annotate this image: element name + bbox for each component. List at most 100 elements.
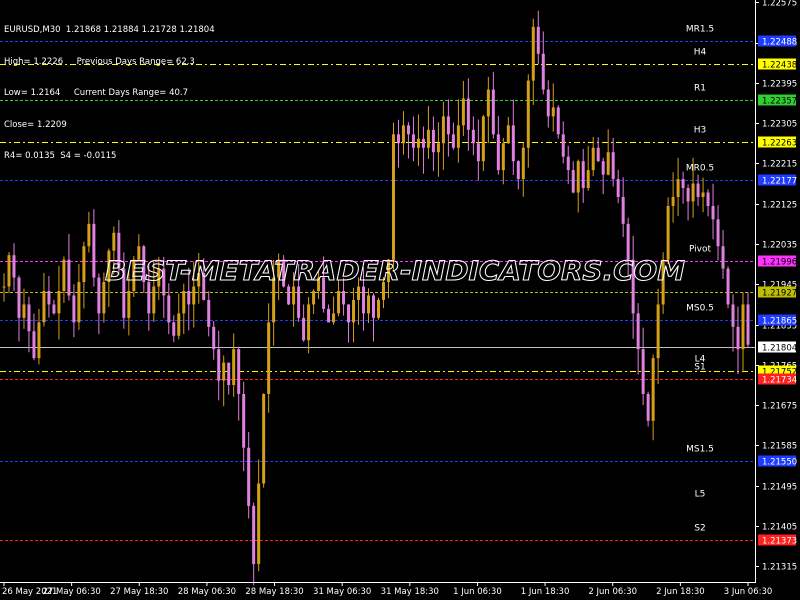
candle-body bbox=[312, 291, 316, 305]
level-price-label-8: 1.21865 bbox=[762, 317, 797, 327]
candle-body bbox=[556, 107, 560, 135]
y-tick-label: 1.21405 bbox=[762, 523, 797, 533]
candle-body bbox=[187, 291, 191, 305]
candle-body bbox=[466, 98, 470, 130]
x-tick-label: 3 Jun 06:30 bbox=[724, 587, 773, 597]
candle-body bbox=[302, 317, 306, 341]
candle-body bbox=[152, 286, 156, 314]
candle-body bbox=[367, 295, 371, 314]
candle-body bbox=[646, 393, 650, 421]
level-name-10: S1 bbox=[694, 363, 705, 373]
candle-body bbox=[87, 223, 91, 247]
candle-body bbox=[357, 286, 361, 300]
candle-body bbox=[52, 304, 56, 314]
level-name-4: H3 bbox=[694, 126, 707, 136]
x-tick-label: 1 Jun 06:30 bbox=[453, 587, 502, 597]
low-line: Low= 1.2164 Current Days Range= 40.7 bbox=[4, 88, 189, 98]
candle-body bbox=[741, 304, 745, 350]
candle-body bbox=[496, 134, 500, 171]
level-price-label-10: 1.21734 bbox=[762, 376, 797, 386]
high-line: High= 1.2226 Previous Days Range= 62.3 bbox=[4, 56, 195, 67]
candle-body bbox=[511, 125, 515, 162]
candle-body bbox=[372, 295, 376, 318]
level-price-label-2: 1.22438 bbox=[762, 61, 797, 71]
candle-body bbox=[376, 299, 380, 318]
close-line: Close= 1.2209 bbox=[4, 119, 67, 130]
candle-body bbox=[257, 483, 261, 565]
level-name-1: MR1.5 bbox=[686, 25, 714, 35]
candle-body bbox=[2, 286, 6, 288]
candle-body bbox=[621, 196, 625, 224]
candle-body bbox=[222, 362, 226, 381]
candle-body bbox=[746, 304, 750, 345]
y-tick-label: 1.22035 bbox=[762, 241, 797, 251]
y-tick-label: 1.22215 bbox=[762, 160, 797, 170]
candle-body bbox=[531, 26, 535, 81]
candle-body bbox=[27, 304, 31, 332]
x-tick-label: 27 May 18:30 bbox=[110, 587, 168, 597]
candle-body bbox=[676, 179, 680, 197]
candle-body bbox=[127, 291, 131, 318]
candle-body bbox=[32, 331, 36, 359]
x-tick-label: 31 May 06:30 bbox=[313, 587, 371, 597]
candle-body bbox=[267, 322, 271, 394]
candle-body bbox=[471, 129, 475, 144]
candle-body bbox=[491, 89, 495, 135]
x-tick-label: 1 Jun 18:30 bbox=[521, 587, 570, 597]
x-tick-label: 28 May 18:30 bbox=[245, 587, 303, 597]
y-tick-label: 1.22125 bbox=[762, 201, 797, 211]
candle-body bbox=[601, 161, 605, 175]
candle-body bbox=[227, 362, 231, 386]
candle-body bbox=[476, 143, 480, 162]
level-price-label-3: 1.22357 bbox=[762, 97, 797, 107]
candle-body bbox=[7, 255, 11, 287]
y-tick-label: 1.21495 bbox=[762, 483, 797, 493]
candle-body bbox=[242, 393, 246, 448]
candle-body bbox=[17, 277, 21, 318]
symbol-line: EURUSD,M30 1.21868 1.21884 1.21728 1.218… bbox=[4, 25, 215, 35]
candle-body bbox=[411, 134, 415, 148]
candle-body bbox=[362, 286, 366, 314]
candle-body bbox=[82, 246, 86, 283]
y-tick-label: 1.22395 bbox=[762, 80, 797, 90]
candle-body bbox=[347, 304, 351, 323]
candle-body bbox=[451, 134, 455, 148]
candle-body bbox=[247, 447, 251, 506]
candle-body bbox=[237, 349, 241, 394]
candle-body bbox=[37, 322, 41, 359]
candle-body bbox=[262, 393, 266, 484]
candle-body bbox=[327, 308, 331, 323]
candle-body bbox=[12, 255, 16, 278]
level-price-label-1: 1.22488 bbox=[762, 38, 797, 48]
candle-body bbox=[721, 246, 725, 269]
candle-body bbox=[441, 116, 445, 144]
level-price-label-13: 1.21373 bbox=[762, 537, 797, 547]
candle-body bbox=[57, 291, 61, 314]
candle-body bbox=[436, 143, 440, 153]
candle-body bbox=[431, 129, 435, 153]
level-price-label-6: 1.21996 bbox=[762, 258, 797, 268]
candle-body bbox=[167, 295, 171, 323]
candle-body bbox=[352, 299, 356, 323]
candle-body bbox=[72, 295, 76, 323]
candle-body bbox=[232, 349, 236, 386]
candle-body bbox=[611, 152, 615, 180]
candle-body bbox=[551, 107, 555, 117]
candle-body bbox=[681, 179, 685, 189]
candle-body bbox=[406, 125, 410, 135]
candle-body bbox=[97, 277, 101, 314]
candle-body bbox=[62, 259, 66, 291]
candle-body bbox=[182, 291, 186, 314]
candle-body bbox=[177, 313, 181, 336]
x-tick-label: 27 May 06:30 bbox=[42, 587, 100, 597]
level-name-2: H4 bbox=[694, 48, 707, 58]
candle-body bbox=[641, 349, 645, 394]
candle-body bbox=[456, 125, 460, 148]
level-name-11: MS1.5 bbox=[686, 445, 714, 455]
candle-body bbox=[656, 304, 660, 359]
candle-body bbox=[596, 147, 600, 162]
current-price-label: 1.21804 bbox=[762, 344, 797, 354]
level-name-5: MR0.5 bbox=[686, 164, 714, 174]
candle-body bbox=[217, 349, 221, 381]
watermark: BEST-METATRADER-INDICATORS.COM bbox=[105, 256, 686, 288]
